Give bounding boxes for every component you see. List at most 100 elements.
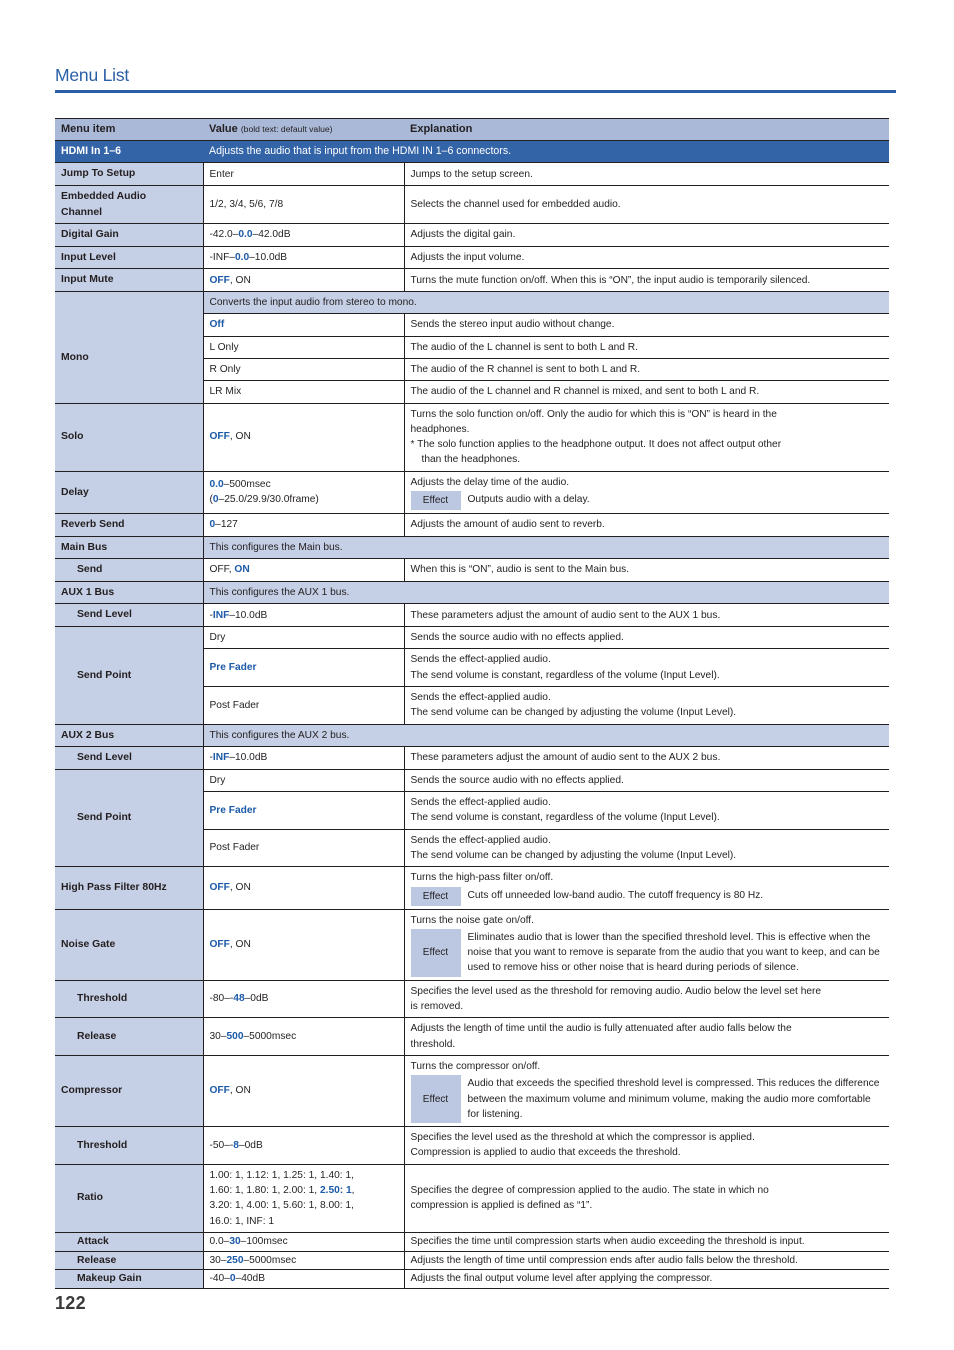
exp-line1: Turns the noise gate on/off. xyxy=(410,914,534,926)
row-value-digital-gain: -42.0–0.0–42.0dB xyxy=(203,223,405,247)
row-explanation-aux1-sp-0: Sends the source audio with no effects a… xyxy=(404,626,889,650)
row-explanation-main-bus-send: When this is “ON”, audio is sent to the … xyxy=(404,558,889,582)
row-value-delay: 0.0–500msec (0–25.0/29.9/30.0frame) xyxy=(203,470,405,515)
value-post: –5000msec xyxy=(243,1254,297,1266)
row-value-compressor: OFF, ON xyxy=(203,1054,405,1128)
value-default: OFF xyxy=(209,431,230,443)
row-value-mono-0: Off xyxy=(203,313,405,337)
exp-line2: The send volume is constant, regardless … xyxy=(410,669,720,681)
table-row-aux2-bus: AUX 2 Bus This configures the AUX 2 bus. xyxy=(55,723,889,748)
exp-line1: Specifies the level used as the threshol… xyxy=(410,985,822,997)
table-row: Send Level -INF–10.0dB These parameters … xyxy=(55,603,889,628)
col-header-value: Value (bold text: default value) xyxy=(203,118,404,141)
table-row: Attack 0.0–30–100msec Specifies the time… xyxy=(55,1231,889,1252)
value-default: 500 xyxy=(226,1030,244,1042)
row-explanation-jump-to-setup: Jumps to the setup screen. xyxy=(404,162,889,186)
row-explanation-noise-gate-release: Adjusts the length of time until the aud… xyxy=(404,1017,889,1056)
row-explanation-aux2-send-level: These parameters adjust the amount of au… xyxy=(404,746,889,770)
value-default: OFF xyxy=(209,882,230,894)
row-item-compressor-ratio: Ratio xyxy=(55,1163,204,1233)
row-explanation-aux1-send-level: These parameters adjust the amount of au… xyxy=(404,603,889,628)
row-value-mono-3: LR Mix xyxy=(203,380,405,404)
exp-line1: Specifies the degree of compression appl… xyxy=(410,1185,769,1196)
exp-line3: * The solo function applies to the headp… xyxy=(410,439,782,451)
table-row: Release 30–250–5000msec Adjusts the leng… xyxy=(55,1250,889,1271)
page-heading: Menu List xyxy=(55,65,896,94)
row-item-noise-gate-release: Release xyxy=(55,1017,204,1056)
page-title: Menu List xyxy=(55,65,130,85)
table-row: Send OFF, ON When this is “ON”, audio is… xyxy=(55,558,889,582)
table-row: Send Level -INF–10.0dB These parameters … xyxy=(55,746,889,770)
row-explanation-input-level: Adjusts the input volume. xyxy=(404,245,889,270)
value-post: , ON xyxy=(229,431,251,443)
row-item-makeup-gain: Makeup Gain xyxy=(55,1269,204,1289)
row-item-solo: Solo xyxy=(55,402,204,472)
effect-note: Effect Cuts off unneeded low-band audio.… xyxy=(410,886,885,906)
row-value-aux2-sp-1: Pre Fader xyxy=(203,791,405,830)
table-row: Mono Off Sends the stereo input audio wi… xyxy=(55,313,889,404)
row-item-compressor-attack: Attack xyxy=(55,1231,204,1252)
row-item-embedded-audio-channel: Embedded Audio Channel xyxy=(55,184,204,225)
exp-line1: Sends the effect-applied audio. xyxy=(410,834,551,846)
row-value-noise-gate: OFF, ON xyxy=(203,908,405,981)
row-explanation-aux2-sp-1: Sends the effect-applied audio. The send… xyxy=(404,791,889,830)
exp-line1: Sends the effect-applied audio. xyxy=(410,654,551,666)
table-row-mono-group: Converts the input audio from stereo to … xyxy=(55,291,889,315)
effect-text: Outputs audio with a delay. xyxy=(467,494,590,506)
row-item-jump-to-setup: Jump To Setup xyxy=(55,162,204,186)
row-explanation-high-pass-filter: Turns the high-pass filter on/off. Effec… xyxy=(404,866,889,910)
value-pre: -50–- xyxy=(209,1139,234,1151)
value-line1: 1.00: 1, 1.12: 1, 1.25: 1, 1.40: 1, xyxy=(209,1169,354,1181)
value-line1: 0.0–500msec xyxy=(210,477,399,492)
row-explanation-compressor-release: Adjusts the length of time until compres… xyxy=(404,1250,889,1271)
table-row: Threshold -80–-48–0dB Specifies the leve… xyxy=(55,979,889,1019)
effect-badge: Effect xyxy=(410,1075,461,1124)
table-row: Solo OFF, ON Turns the solo function on/… xyxy=(55,402,889,472)
row-explanation-aux2-sp-0: Sends the source audio with no effects a… xyxy=(404,768,889,793)
exp-line1: Sends the effect-applied audio. xyxy=(410,691,551,703)
col-header-value-note: (bold text: default value) xyxy=(240,124,333,134)
table-row: Ratio 1.00: 1, 1.12: 1, 1.25: 1, 1.40: 1… xyxy=(55,1163,889,1233)
row-value-noise-gate-threshold: -80–-48–0dB xyxy=(203,979,405,1019)
value-post: –0dB xyxy=(244,993,269,1005)
exp-line2: The send volume can be changed by adjust… xyxy=(410,849,737,861)
exp-line2: The send volume is constant, regardless … xyxy=(410,812,720,824)
row-item-mono-spacer xyxy=(55,291,204,314)
row-value-compressor-release: 30–250–5000msec xyxy=(203,1250,405,1271)
value-default: 30 xyxy=(229,1236,241,1248)
effect-note: Effect Outputs audio with a delay. xyxy=(410,491,885,511)
exp-line2: compression is applied is defined as “1”… xyxy=(410,1200,593,1212)
row-explanation-aux1-sp-1: Sends the effect-applied audio. The send… xyxy=(404,648,889,687)
row-item-main-bus-send: Send xyxy=(55,558,204,582)
row-item-input-level: Input Level xyxy=(55,245,204,270)
value-default: Pre Fader xyxy=(209,662,257,673)
row-value-embedded-audio-channel: 1/2, 3/4, 5/6, 7/8 xyxy=(203,184,405,225)
row-item-main-bus: Main Bus xyxy=(55,535,204,560)
value-default: OFF xyxy=(209,274,230,286)
row-value-compressor-threshold: -50–-8–0dB xyxy=(203,1126,405,1165)
table-row: Input Level -INF–0.0–10.0dB Adjusts the … xyxy=(55,245,889,270)
row-value-aux1-sp-1: Pre Fader xyxy=(203,648,405,687)
row-item-reverb-send: Reverb Send xyxy=(55,513,204,537)
col-header-value-label: Value xyxy=(209,123,238,135)
row-value-aux2-sp-2: Post Fader xyxy=(203,828,405,868)
value-default: OFF xyxy=(209,938,230,950)
value-default: 48 xyxy=(233,993,245,1005)
row-explanation-makeup-gain: Adjusts the final output volume level af… xyxy=(404,1269,889,1289)
value-post: –10.0dB xyxy=(229,609,268,621)
row-item-compressor: Compressor xyxy=(55,1054,204,1128)
row-explanation-mono-0: Sends the stereo input audio without cha… xyxy=(404,313,889,337)
value-pre: -INF– xyxy=(209,251,235,263)
exp-line1: Sends the source audio with no effects a… xyxy=(410,632,624,644)
row-value-input-mute: OFF, ON xyxy=(203,268,405,293)
row-value-compressor-attack: 0.0–30–100msec xyxy=(203,1231,405,1252)
row-value-mono-2: R Only xyxy=(203,357,405,382)
row-explanation-reverb-send: Adjusts the amount of audio sent to reve… xyxy=(404,513,889,537)
value-post: , ON xyxy=(229,938,251,950)
effect-note: Effect Audio that exceeds the specified … xyxy=(410,1075,885,1124)
row-explanation-noise-gate-threshold: Specifies the level used as the threshol… xyxy=(404,979,889,1019)
value-post: , ON xyxy=(229,274,251,286)
row-value-aux1-sp-0: Dry xyxy=(203,626,405,650)
page-number: 122 xyxy=(55,1293,86,1313)
value-pre: -80–- xyxy=(209,993,234,1005)
